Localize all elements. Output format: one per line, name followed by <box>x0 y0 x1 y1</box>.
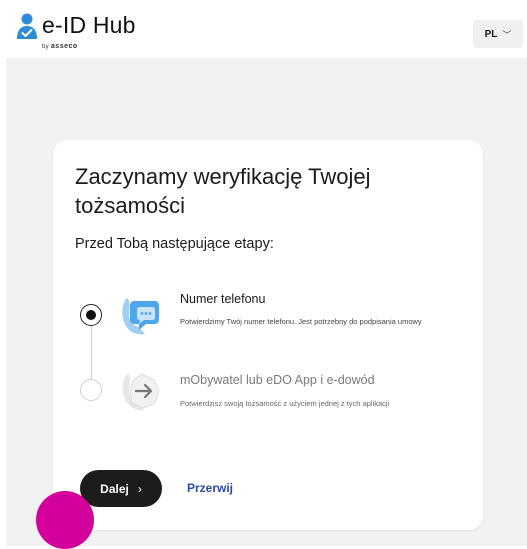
page-title: Zaczynamy weryfikację Twojej tożsamości <box>75 164 371 218</box>
chat-bubble-button[interactable] <box>36 491 94 549</box>
step-title-phone: Numer telefonu <box>180 292 266 306</box>
top-bar: e-ID Hub by asseco PL ﹀ <box>0 0 527 58</box>
chevron-down-icon: ﹀ <box>502 29 512 40</box>
person-icon <box>17 13 37 39</box>
cancel-link[interactable]: Przerwij <box>187 481 233 495</box>
chevron-right-icon: › <box>137 481 142 496</box>
step-radio-identity <box>80 379 102 401</box>
next-button-label: Dalej <box>100 481 129 496</box>
next-button[interactable]: Dalej › <box>80 470 162 507</box>
steps-intro: Przed Tobą następujące etapy: <box>75 236 274 252</box>
logo-brand: asseco <box>50 43 78 50</box>
phone-chat-icon <box>122 298 159 335</box>
step-connector-line <box>91 318 92 388</box>
logo-by: by <box>42 44 49 50</box>
logo-byline: by asseco <box>42 43 78 50</box>
arrow-right-icon <box>122 373 160 411</box>
step-description-identity: Potwierdzisz swoją tożsamość z użyciem j… <box>180 399 390 408</box>
language-label: PL <box>484 28 498 40</box>
verification-card: Zaczynamy weryfikację Twojej tożsamości … <box>53 140 483 530</box>
step-radio-phone <box>80 304 102 326</box>
step-description-phone: Potwierdzimy Twój numer telefonu. Jest p… <box>180 317 422 326</box>
step-title-identity: mObywatel lub eDO App i e-dowód <box>180 373 375 387</box>
language-selector[interactable]: PL ﹀ <box>473 20 523 48</box>
logo-text: e-ID Hub <box>42 12 136 38</box>
